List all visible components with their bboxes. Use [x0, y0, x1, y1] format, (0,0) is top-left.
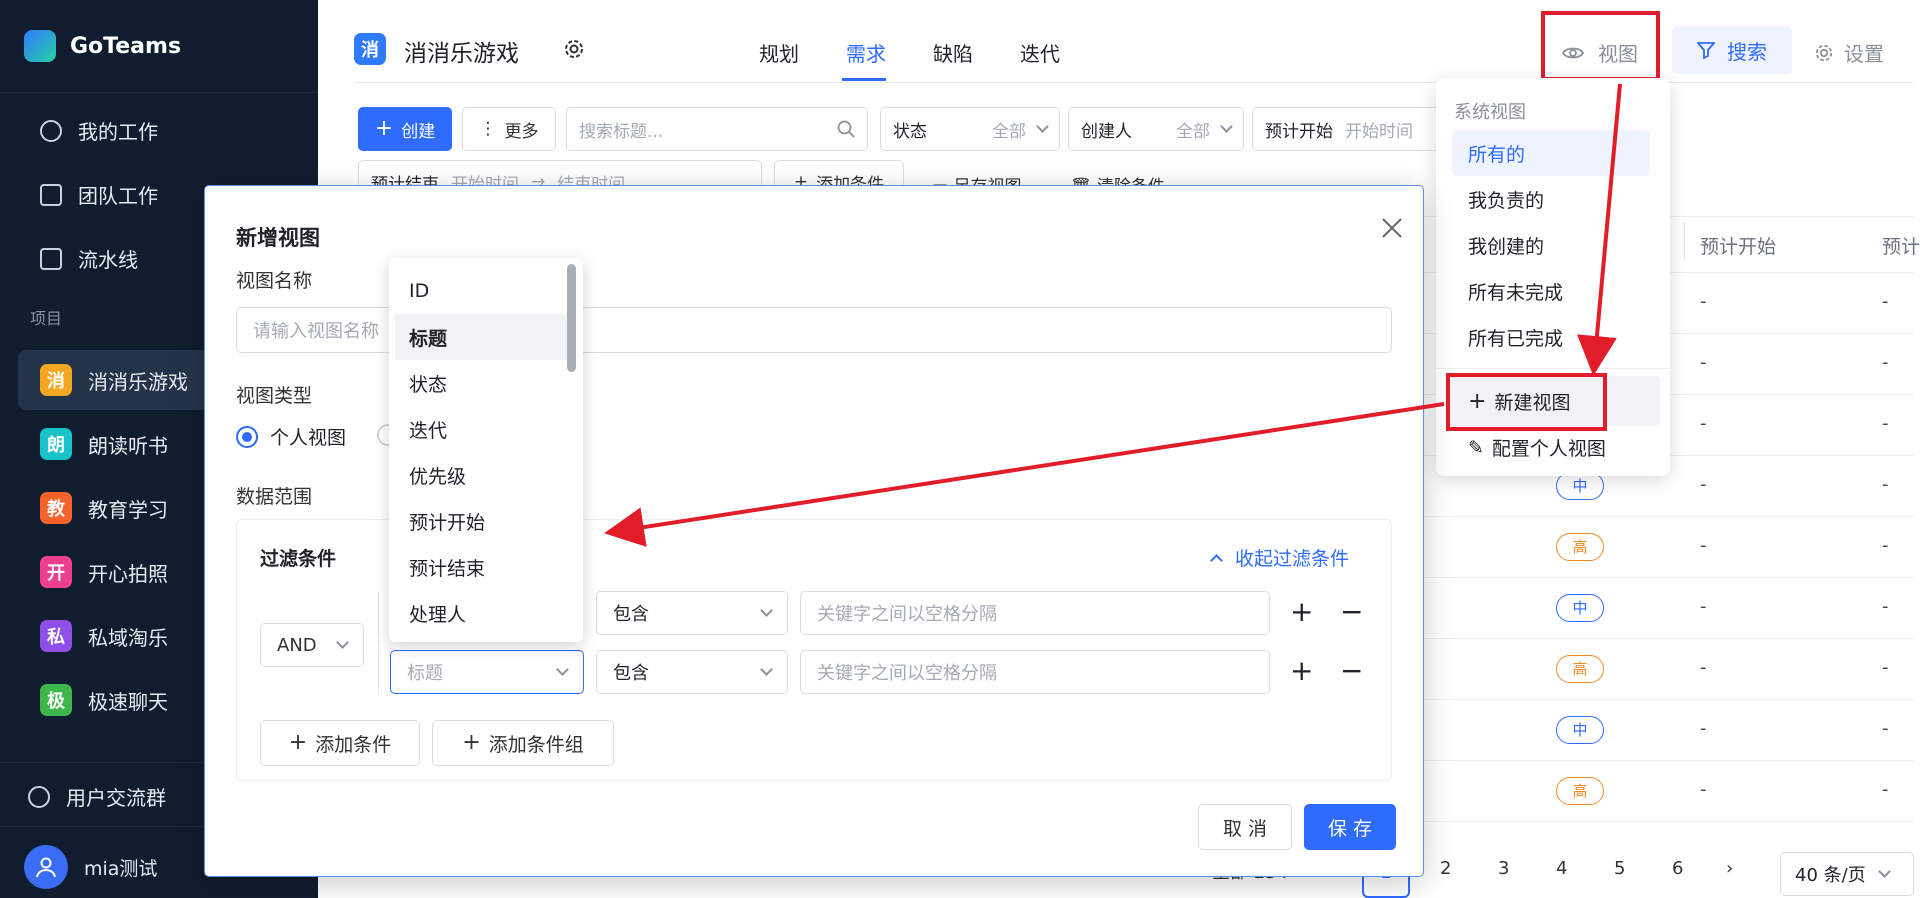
annotation-arrow-to-new-view [1577, 83, 1622, 376]
annotation-arrows [604, 83, 1622, 547]
annotation-arrow-to-field-dropdown [604, 402, 1445, 547]
